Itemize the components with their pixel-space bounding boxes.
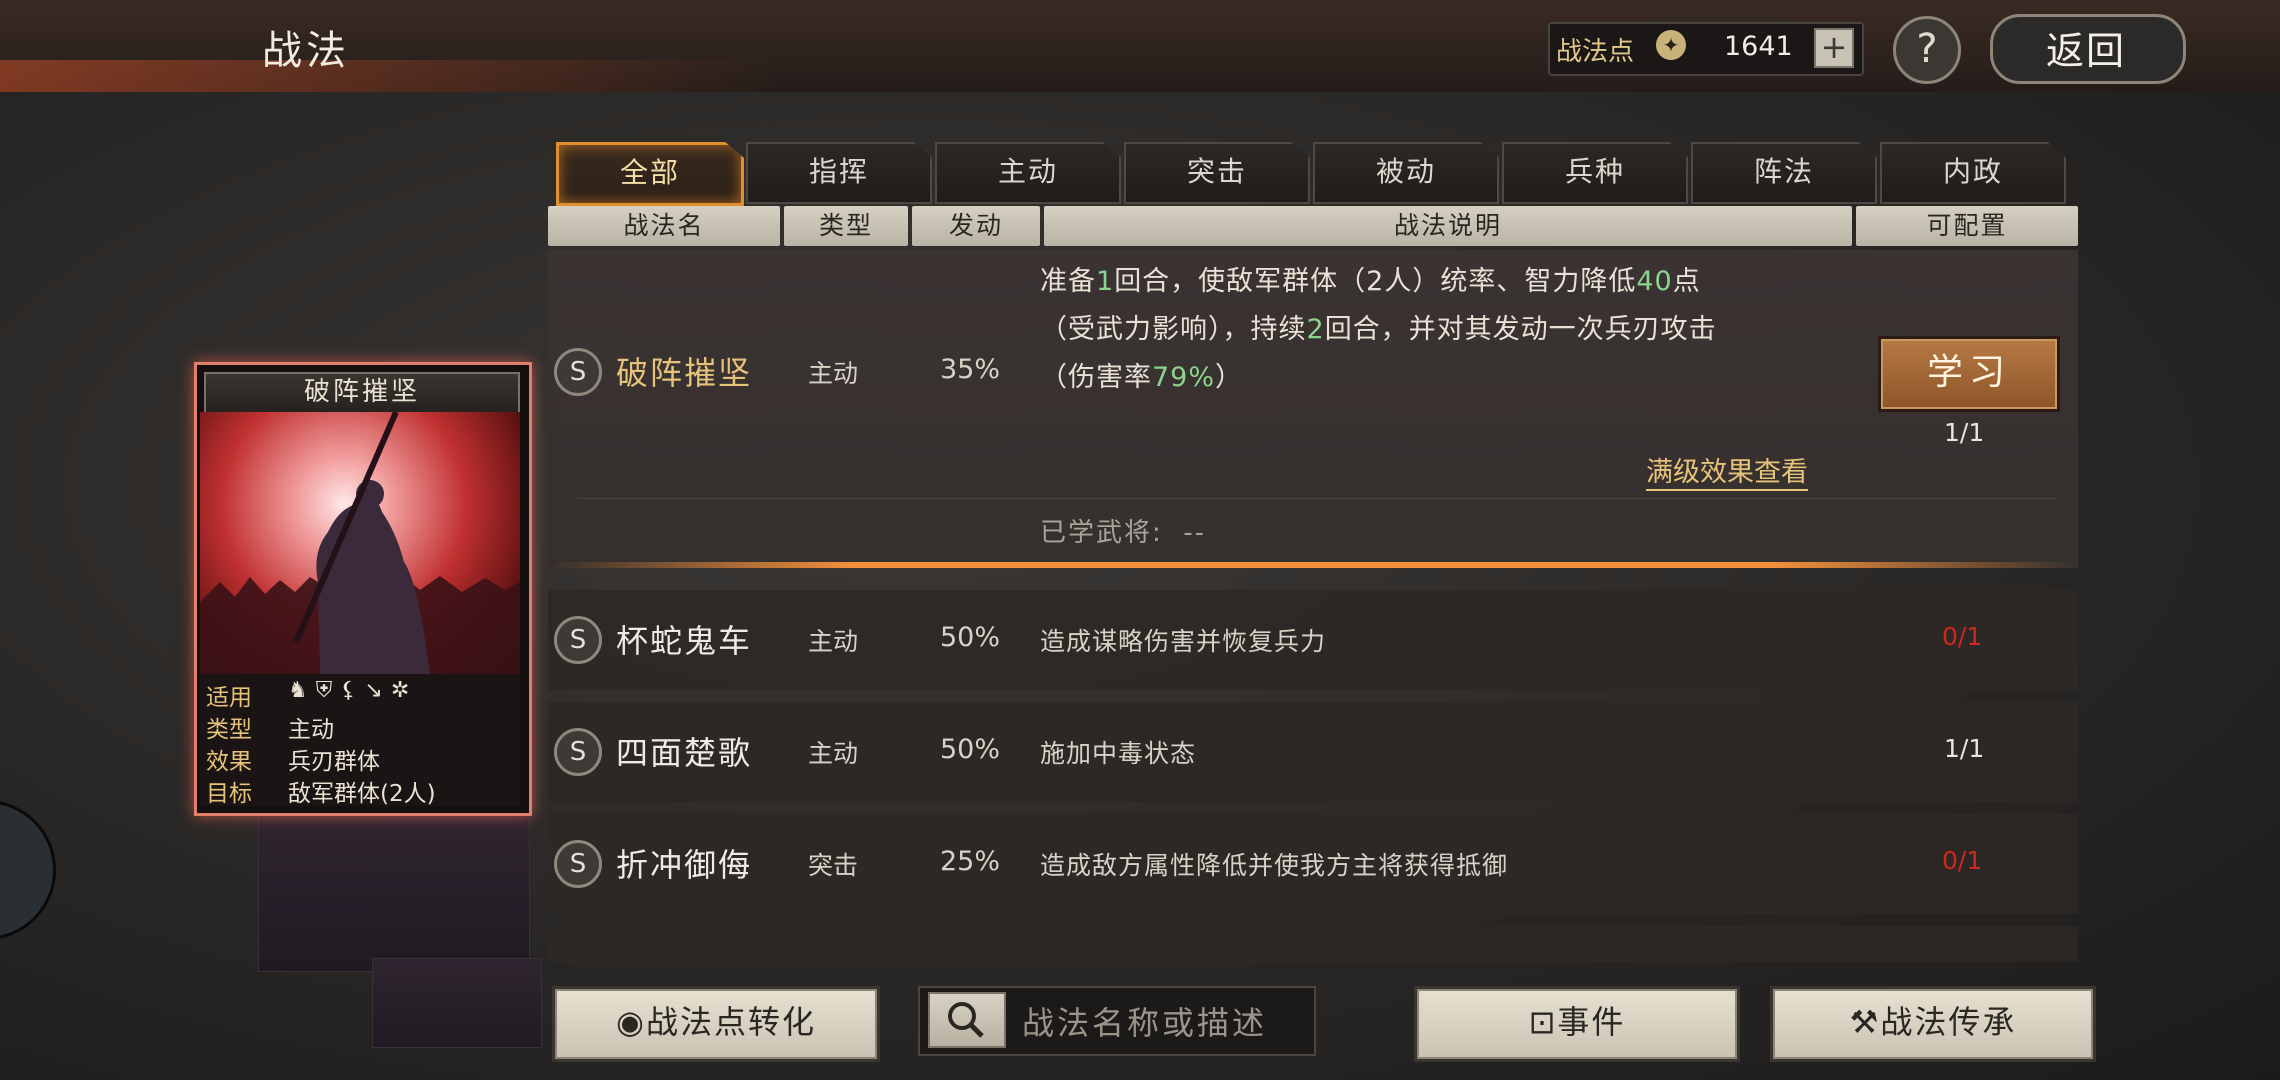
tactic-row-partial[interactable]: [548, 926, 2078, 962]
flame-icon: ◉: [616, 1003, 646, 1041]
tab-passive[interactable]: 被动: [1313, 142, 1499, 204]
back-button-label[interactable]: 返回: [2046, 20, 2126, 75]
max-effect-link[interactable]: 满级效果查看: [1646, 450, 1808, 491]
tactic-points-label: 战法点: [1556, 37, 1635, 67]
tab-troop[interactable]: 兵种: [1502, 142, 1688, 204]
tactic-rate: 25%: [940, 846, 1001, 877]
tactic-row[interactable]: S 折冲御侮 突击 25% 造成敌方属性降低并使我方主将获得抵御 0/1: [548, 814, 2078, 914]
warrior-silhouette-icon: [200, 412, 520, 674]
hammer-icon: ⚒: [1849, 1003, 1881, 1041]
config-count: 1/1: [1944, 418, 1985, 447]
tactic-row[interactable]: S 杯蛇鬼车 主动 50% 造成谋略伤害并恢复兵力 0/1: [548, 590, 2078, 690]
event-button[interactable]: ⊡事件: [1414, 986, 1740, 1062]
grade-s-icon: S: [554, 348, 602, 396]
tactic-points-value: 1641: [1724, 31, 1793, 62]
tab-active[interactable]: 主动: [935, 142, 1121, 204]
config-count: 0/1: [1942, 846, 1983, 875]
spear-icon: ↘: [364, 678, 391, 703]
card-stack-ghost: [372, 958, 542, 1048]
tactic-type: 主动: [808, 359, 859, 388]
type-label: 类型: [206, 717, 252, 743]
shield-icon: ⛨: [315, 678, 341, 703]
target-label: 目标: [206, 781, 252, 807]
learn-button[interactable]: 学习: [1878, 336, 2060, 412]
grade-s-icon: S: [554, 616, 602, 664]
add-points-button[interactable]: +: [1814, 28, 1854, 68]
dragon-avatar-icon[interactable]: [0, 800, 56, 940]
selected-glow: [548, 562, 2078, 568]
tactic-description: 施加中毒状态: [1040, 739, 1197, 768]
tactic-type: 主动: [808, 627, 859, 656]
siege-icon: ✲: [390, 678, 418, 703]
tactic-rate: 35%: [940, 354, 1001, 385]
col-name-header[interactable]: 战法名: [548, 206, 780, 246]
convert-points-button[interactable]: ◉战法点转化: [552, 986, 880, 1062]
col-rate-header[interactable]: 发动: [912, 206, 1040, 246]
col-config-header[interactable]: 可配置: [1856, 206, 2078, 246]
title-glow: [0, 60, 780, 92]
tactic-list[interactable]: S 破阵摧坚 主动 35% 准备1回合，使敌军群体（2人）统率、智力降低40点 …: [548, 250, 2078, 962]
cavalry-icon: ♞: [288, 678, 316, 703]
unit-icons: ♞⛨⚸↘✲: [288, 678, 417, 703]
page-title: 战法: [262, 28, 350, 74]
target-value: 敌军群体(2人): [288, 781, 436, 807]
card-title: 破阵摧坚: [204, 372, 520, 414]
tactic-description: 造成谋略伤害并恢复兵力: [1040, 627, 1327, 656]
tactic-points-icon: ✦: [1656, 30, 1686, 60]
tactic-name: 杯蛇鬼车: [616, 622, 753, 660]
effect-label: 效果: [206, 749, 252, 775]
tab-internal[interactable]: 内政: [1880, 142, 2066, 204]
tactic-name: 折冲御侮: [616, 846, 753, 884]
tab-all[interactable]: 全部: [556, 142, 744, 206]
card-stack-ghost: [258, 814, 530, 972]
tactic-type: 突击: [808, 851, 859, 880]
effect-value: 兵刃群体: [288, 749, 380, 775]
tactic-name: 破阵摧坚: [616, 354, 753, 392]
alert-icon: ⊡: [1528, 1003, 1558, 1041]
tactic-description: 造成敌方属性降低并使我方主将获得抵御: [1040, 851, 1509, 880]
learned-generals: 已学武将: --: [1040, 518, 1207, 548]
col-desc-header: 战法说明: [1044, 206, 1852, 246]
bow-icon: ⚸: [340, 678, 365, 703]
applies-label: 适用: [206, 685, 252, 711]
tactic-name: 四面楚歌: [616, 734, 753, 772]
config-count: 1/1: [1944, 734, 1985, 763]
config-count: 0/1: [1942, 622, 1983, 651]
tab-command[interactable]: 指挥: [746, 142, 932, 204]
tactic-rate: 50%: [940, 622, 1001, 653]
search-icon[interactable]: [928, 992, 1006, 1048]
card-info: 适用 ♞⛨⚸↘✲ 类型 主动 效果 兵刃群体 目标 敌军群体(2人): [200, 674, 520, 807]
tactic-row[interactable]: S 四面楚歌 主动 50% 施加中毒状态 1/1: [548, 702, 2078, 802]
tactic-row-selected[interactable]: S 破阵摧坚 主动 35% 准备1回合，使敌军群体（2人）统率、智力降低40点 …: [548, 250, 2078, 568]
tab-formation[interactable]: 阵法: [1691, 142, 1877, 204]
grade-s-icon: S: [554, 728, 602, 776]
tab-assault[interactable]: 突击: [1124, 142, 1310, 204]
card-artwork: [200, 412, 520, 674]
tactic-rate: 50%: [940, 734, 1001, 765]
tactic-type: 主动: [808, 739, 859, 768]
col-type-header[interactable]: 类型: [784, 206, 908, 246]
row-divider: [578, 498, 2058, 499]
inherit-button[interactable]: ⚒战法传承: [1770, 986, 2096, 1062]
help-button[interactable]: ?: [1893, 16, 1961, 84]
search-placeholder[interactable]: 战法名称或描述: [1022, 998, 1267, 1044]
type-value: 主动: [288, 717, 334, 743]
grade-s-icon: S: [554, 840, 602, 888]
